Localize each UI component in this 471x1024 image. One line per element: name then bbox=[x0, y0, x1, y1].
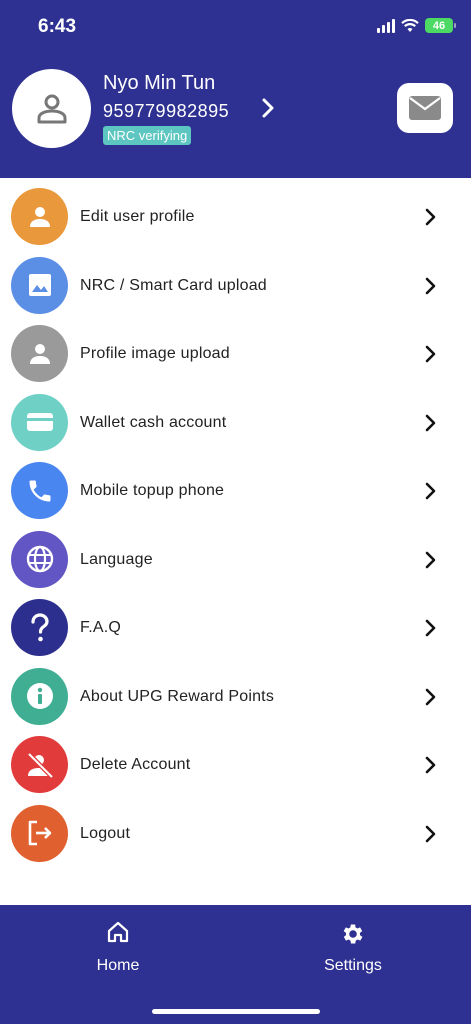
user-off-icon bbox=[11, 736, 68, 793]
gear-icon bbox=[343, 924, 363, 944]
chevron-right-icon[interactable] bbox=[258, 97, 278, 119]
logout-icon bbox=[11, 804, 68, 862]
mail-button[interactable] bbox=[397, 83, 453, 133]
phone-icon bbox=[11, 462, 68, 519]
card-icon bbox=[11, 393, 68, 451]
image-icon bbox=[11, 256, 68, 314]
menu-item-language[interactable]: Language bbox=[0, 525, 471, 594]
signal-icon bbox=[377, 18, 395, 33]
info-icon bbox=[11, 667, 68, 725]
menu-label: Mobile topup phone bbox=[80, 482, 225, 499]
user-name: Nyo Min Tun bbox=[103, 72, 216, 94]
user-icon bbox=[11, 188, 68, 245]
menu-label: F.A.Q bbox=[80, 619, 122, 636]
menu-item-nrc-upload[interactable]: NRC / Smart Card upload bbox=[0, 251, 471, 320]
nrc-status-badge: NRC verifying bbox=[103, 126, 192, 145]
wifi-icon bbox=[401, 18, 419, 32]
menu-label: Profile image upload bbox=[80, 345, 230, 362]
chevron-right-icon bbox=[425, 414, 436, 431]
nav-home[interactable]: Home bbox=[58, 905, 178, 995]
chevron-right-icon bbox=[425, 688, 436, 705]
menu-label: NRC / Smart Card upload bbox=[80, 276, 267, 294]
battery-icon: 46 bbox=[425, 18, 456, 33]
settings-menu: Edit user profile NRC / Smart Card uploa… bbox=[0, 182, 471, 867]
bottom-navigation: Home Settings bbox=[0, 905, 471, 1024]
menu-item-profile-image-upload[interactable]: Profile image upload bbox=[0, 319, 471, 388]
chevron-right-icon bbox=[425, 551, 436, 568]
menu-label: Delete Account bbox=[80, 756, 191, 773]
menu-item-delete-account[interactable]: Delete Account bbox=[0, 730, 471, 799]
chevron-right-icon bbox=[425, 825, 436, 842]
chevron-right-icon bbox=[425, 619, 436, 637]
status-icons: 46 bbox=[377, 18, 456, 33]
menu-label: About UPG Reward Points bbox=[80, 687, 275, 705]
nav-settings[interactable]: Settings bbox=[293, 905, 413, 995]
nav-home-label: Home bbox=[96, 957, 140, 974]
menu-label: Edit user profile bbox=[80, 208, 195, 225]
home-indicator bbox=[152, 1009, 320, 1014]
globe-icon bbox=[11, 530, 68, 588]
profile-header: 6:43 46 Nyo Min Tun 959779982895 NRC ver… bbox=[0, 0, 471, 178]
menu-item-edit-profile[interactable]: Edit user profile bbox=[0, 182, 471, 251]
status-time: 6:43 bbox=[38, 16, 77, 37]
user-outline-icon bbox=[37, 94, 66, 123]
menu-item-faq[interactable]: F.A.Q bbox=[0, 593, 471, 662]
menu-item-mobile-topup-phone[interactable]: Mobile topup phone bbox=[0, 456, 471, 525]
chevron-right-icon bbox=[425, 277, 436, 294]
chevron-right-icon bbox=[425, 345, 436, 363]
chevron-right-icon bbox=[425, 756, 436, 774]
chevron-right-icon bbox=[425, 208, 436, 226]
menu-item-logout[interactable]: Logout bbox=[0, 799, 471, 868]
avatar[interactable] bbox=[12, 69, 91, 148]
question-icon bbox=[11, 599, 68, 656]
mail-icon bbox=[409, 96, 441, 120]
menu-label: Wallet cash account bbox=[80, 413, 227, 431]
menu-item-wallet-cash-account[interactable]: Wallet cash account bbox=[0, 388, 471, 457]
nav-settings-label: Settings bbox=[324, 957, 382, 974]
menu-label: Logout bbox=[80, 824, 131, 842]
user-phone: 959779982895 bbox=[103, 101, 230, 121]
home-icon bbox=[107, 921, 129, 943]
menu-label: Language bbox=[80, 550, 153, 568]
menu-item-about-upg-reward-points[interactable]: About UPG Reward Points bbox=[0, 662, 471, 731]
user-icon bbox=[11, 325, 68, 382]
chevron-right-icon bbox=[425, 482, 436, 500]
